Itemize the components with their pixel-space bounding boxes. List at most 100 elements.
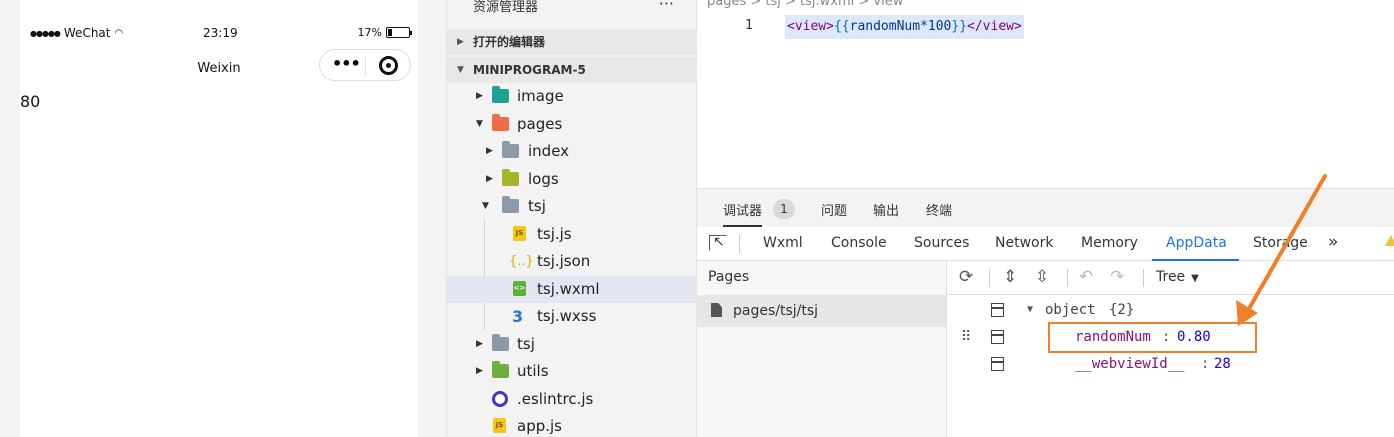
tree-item-label: .eslintrc.js <box>517 390 594 408</box>
code-line[interactable]: <view>{{randomNum*100}}</view> <box>785 15 1024 39</box>
tab-console[interactable]: Console <box>831 235 887 251</box>
project-section[interactable]: ▼ MINIPROGRAM-5 <box>447 57 698 83</box>
view-mode-select[interactable]: Tree ▼ <box>1156 269 1199 285</box>
tree-row-root[interactable]: ▼ object {2} <box>947 297 1394 323</box>
wifi-icon: ◠ <box>114 27 124 39</box>
tree-file-tsj-json[interactable]: {..} tsj.json <box>446 248 696 275</box>
tree-item-label: tsj.wxml <box>537 280 600 298</box>
tab-terminal[interactable]: 终端 <box>926 200 952 219</box>
tree-item-label: pages <box>517 115 563 133</box>
toolbar-divider <box>1067 269 1068 287</box>
page-path-item[interactable]: pages/tsj/tsj <box>697 295 946 327</box>
warning-icon[interactable] <box>1385 235 1394 246</box>
tree-file-tsj-wxss[interactable]: 3 tsj.wxss <box>446 303 696 330</box>
chevron-right-icon: ▶ <box>476 339 483 349</box>
tree-file-app-js[interactable]: JS app.js <box>446 413 696 437</box>
expand-all-icon[interactable]: ⇳ <box>1035 267 1049 287</box>
tree-row-webviewid[interactable]: __webviewId__ : 28 <box>947 351 1394 377</box>
capsule-divider <box>365 57 366 75</box>
folder-icon <box>502 141 519 158</box>
tree-folder-pages[interactable]: ▼ pages <box>446 111 696 138</box>
tree-folder-index[interactable]: ▶ index <box>446 138 696 165</box>
entry-value[interactable]: 28 <box>1214 351 1231 377</box>
javascript-file-icon: JS <box>513 226 526 241</box>
tab-memory[interactable]: Memory <box>1081 235 1138 251</box>
tab-wxml[interactable]: Wxml <box>763 235 803 251</box>
root-count-label: {2} <box>1109 302 1135 318</box>
carrier-label: WeChat <box>63 26 111 40</box>
tab-problems[interactable]: 问题 <box>821 200 847 219</box>
undo-icon[interactable]: ↶ <box>1079 267 1093 287</box>
code-expression: randomNum*100 <box>849 19 952 34</box>
chevron-right-icon: ▶ <box>486 174 493 184</box>
tab-storage[interactable]: Storage <box>1253 235 1308 251</box>
drag-handle-icon[interactable]: ⠿ <box>961 324 971 350</box>
refresh-icon[interactable]: ⟳ <box>959 267 973 287</box>
project-label: MINIPROGRAM-5 <box>473 63 586 77</box>
tab-output[interactable]: 输出 <box>873 200 899 219</box>
battery-percent: 17% <box>357 26 382 39</box>
code-close-brace: }} <box>951 19 968 34</box>
status-time: 23:19 <box>203 26 238 40</box>
open-editors-section[interactable]: ▶ 打开的编辑器 <box>447 29 698 55</box>
element-inspector-icon[interactable] <box>709 234 727 251</box>
breadcrumb[interactable]: pages > tsj > tsj.wxml > view <box>707 0 903 9</box>
document-icon <box>711 303 722 317</box>
tree-file-tsj-js[interactable]: JS tsj.js <box>446 221 696 248</box>
more-icon[interactable]: ••• <box>332 54 361 73</box>
code-editor[interactable]: pages > tsj > tsj.wxml > view 1 <view>{{… <box>697 0 1394 188</box>
chevron-right-icon: ▶ <box>476 91 483 101</box>
tree-folder-tsj-2[interactable]: ▶ tsj <box>446 331 696 358</box>
status-bar: ●●●●● WeChat ◠ 23:19 17% <box>20 24 418 44</box>
tab-network[interactable]: Network <box>995 235 1053 251</box>
phone-screen: ●●●●● WeChat ◠ 23:19 17% Weixin ••• 80 <box>20 0 418 437</box>
tab-sources[interactable]: Sources <box>914 235 969 251</box>
caret-down-icon: ▼ <box>1191 273 1199 284</box>
tree-item-label: index <box>528 142 570 160</box>
entry-colon: : <box>1201 356 1210 372</box>
edit-box-icon[interactable] <box>991 357 1004 371</box>
tree-file-eslintrc[interactable]: .eslintrc.js <box>446 386 696 413</box>
css-file-icon: 3 <box>512 307 524 326</box>
close-circle-icon[interactable] <box>379 56 398 75</box>
tree-folder-image[interactable]: ▶ image <box>446 83 696 110</box>
entry-key: __webviewId__ <box>1075 356 1185 372</box>
tree-item-label: tsj <box>528 197 546 215</box>
battery-icon <box>386 27 412 38</box>
tree-file-tsj-wxml[interactable]: <> tsj.wxml <box>447 276 697 303</box>
image-folder-icon <box>492 86 509 103</box>
line-number: 1 <box>745 18 753 33</box>
tree-item-label: tsj.json <box>537 252 591 270</box>
toolbar-divider <box>739 235 740 253</box>
chevron-down-icon: ▼ <box>482 201 489 211</box>
status-battery: 17% <box>357 26 412 39</box>
collapse-all-icon[interactable]: ⇕ <box>1003 267 1017 287</box>
utils-folder-icon <box>492 361 509 378</box>
devtools-panel-tabs: Wxml Console Sources Network Memory AppD… <box>697 227 1394 261</box>
tree-folder-utils[interactable]: ▶ utils <box>446 358 696 385</box>
more-actions-icon[interactable]: ··· <box>659 0 674 13</box>
appdata-toolbar: ⟳ ⇕ ⇳ ↶ ↷ Tree ▼ <box>947 261 1394 295</box>
tab-debugger[interactable]: 调试器 <box>723 200 763 227</box>
root-type-label: object <box>1045 302 1096 318</box>
chevron-right-icon: ▶ <box>457 37 464 47</box>
folder-open-icon <box>502 196 519 213</box>
signal-icon: ●●●●● <box>30 28 61 38</box>
redo-icon[interactable]: ↷ <box>1110 267 1124 287</box>
tree-item-label: utils <box>517 362 549 380</box>
simulator-panel: ●●●●● WeChat ◠ 23:19 17% Weixin ••• 80 <box>0 0 446 437</box>
edit-box-icon[interactable] <box>991 330 1004 344</box>
tree-folder-logs[interactable]: ▶ logs <box>446 166 696 193</box>
json-file-icon: {..} <box>509 254 534 269</box>
tree-item-label: image <box>517 87 564 105</box>
code-close-tag: </view> <box>967 19 1022 34</box>
toolbar-divider <box>1143 269 1144 287</box>
tab-appdata[interactable]: AppData <box>1152 235 1239 261</box>
pages-list-pane: Pages pages/tsj/tsj <box>697 261 947 437</box>
tree-folder-tsj[interactable]: ▼ tsj <box>446 193 696 220</box>
edit-box-icon[interactable] <box>991 303 1004 317</box>
issue-count-badge: 1 <box>773 199 795 219</box>
page-output-text: 80 <box>20 92 41 111</box>
overflow-tabs-icon[interactable]: » <box>1328 232 1338 252</box>
chevron-down-icon: ▼ <box>476 119 483 129</box>
